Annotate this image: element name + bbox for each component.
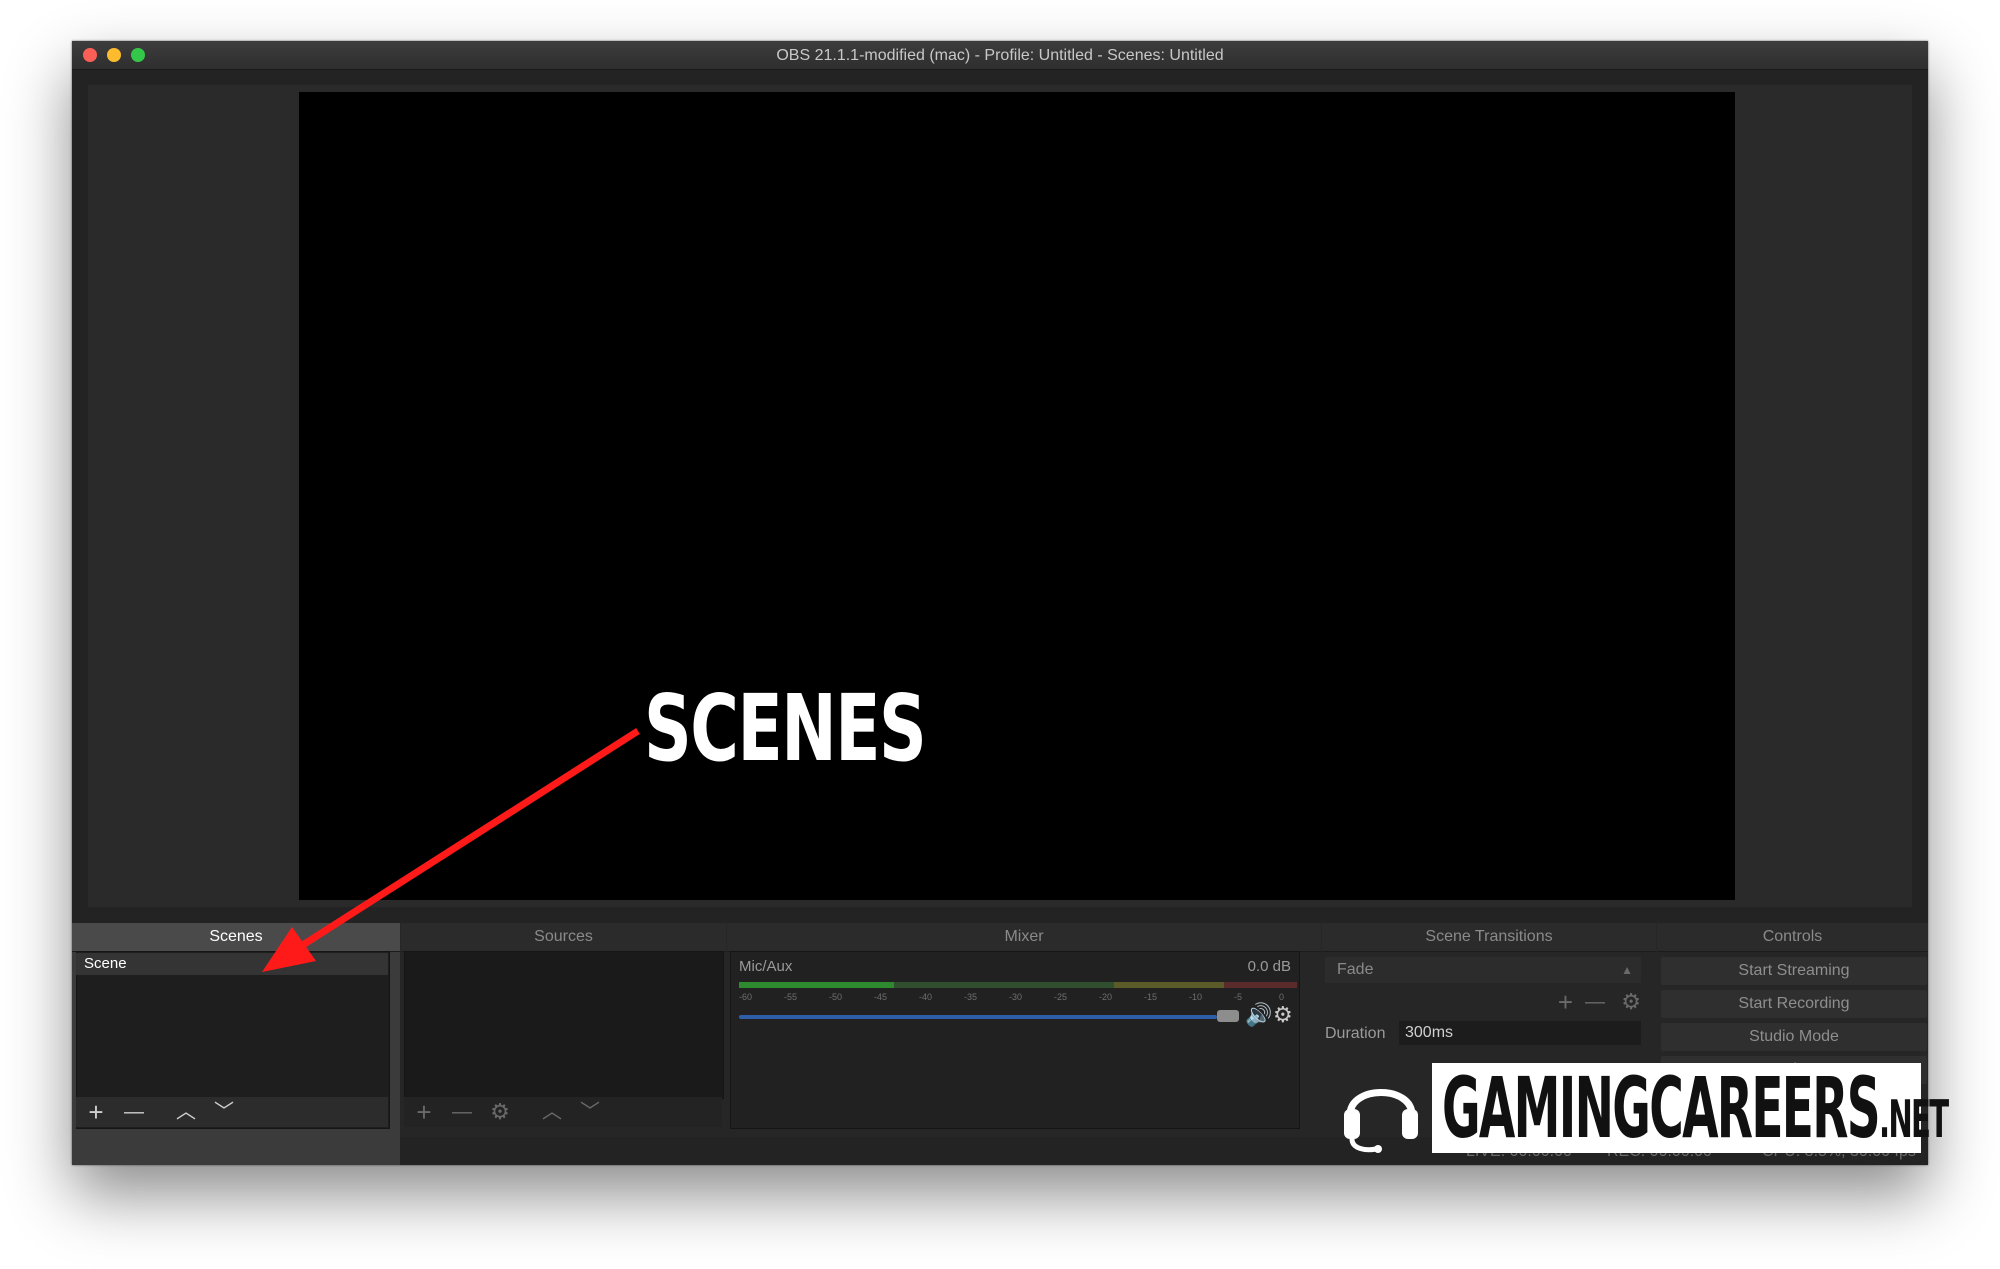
start-streaming-button[interactable]: Start Streaming [1661,957,1927,985]
audio-meter [739,982,1297,988]
title-bar: OBS 21.1.1-modified (mac) - Profile: Unt… [72,41,1928,70]
minus-icon: — [124,1101,144,1123]
meter-tick-label: -60 [739,992,753,1002]
preview-canvas[interactable] [299,92,1735,900]
meter-red-zone [1224,982,1297,988]
window-title: OBS 21.1.1-modified (mac) - Profile: Unt… [776,47,1224,64]
mixer-level-readout: 0.0 dB [1247,958,1291,975]
mixer-source-name: Mic/Aux [739,958,793,975]
studio-mode-button[interactable]: Studio Mode [1661,1023,1927,1051]
logo-name: GAMINGCAREERS [1442,1059,1881,1157]
meter-tick-label: -30 [1009,992,1023,1002]
headset-icon [1344,1089,1418,1153]
remove-source-button[interactable]: — [446,1097,478,1127]
add-source-button[interactable]: + [408,1097,440,1127]
mixer-dock-title: Mixer [727,923,1321,952]
transition-select[interactable]: Fade ▲ [1325,957,1641,983]
chevron-up-icon: ︿ [542,1101,562,1123]
volume-slider-handle[interactable] [1217,1010,1239,1022]
meter-tick-label: -50 [829,992,843,1002]
remove-scene-button[interactable]: — [118,1097,150,1127]
speaker-icon[interactable]: 🔊 [1245,1002,1272,1028]
meter-tick-label: 0 [1279,992,1285,1002]
chevron-down-icon: ﹀ [580,1101,600,1123]
volume-slider[interactable] [739,1015,1217,1019]
meter-tick-label: -15 [1144,992,1158,1002]
scenes-dock-title: Scenes [72,923,400,952]
controls-dock-title: Controls [1657,923,1928,952]
plus-icon: + [1557,987,1573,1017]
add-scene-button[interactable]: + [80,1097,112,1127]
logo-wordmark: GAMINGCAREERS.NET [1432,1059,1949,1157]
meter-scale: -60 -55 -50 -45 -40 -35 -30 -25 -20 -15 -10 -5 0 [739,992,1297,1004]
meter-tick-label: -10 [1189,992,1203,1002]
gamingcareers-logo: GAMINGCAREERS.NET [1336,1059,1949,1157]
meter-yellow-zone [1114,982,1224,988]
remove-transition-button[interactable]: — [1585,991,1605,1014]
source-properties-button[interactable]: ⚙ [484,1097,516,1127]
meter-tick-label: -5 [1234,992,1243,1002]
chevron-down-icon: ﹀ [214,1101,234,1123]
duration-input[interactable]: 300ms [1399,1021,1641,1045]
updown-arrows-icon: ▲ [1621,963,1633,977]
mixer-panel: Mic/Aux 0.0 dB -60 -55 -50 -45 -40 -35 -30 -25-… [730,951,1300,1129]
start-recording-button[interactable]: Start Recording [1661,990,1927,1018]
scenes-annotation-label: SCENES [644,675,927,782]
transition-select-value: Fade [1337,961,1374,978]
meter-tick-label: -40 [919,992,933,1002]
meter-tick-label: -25 [1054,992,1068,1002]
move-scene-up-button[interactable]: ︿ [170,1097,202,1127]
sources-toolbar: + — ⚙ ︿ ﹀ [404,1097,722,1127]
transition-properties-button[interactable]: ⚙ [1621,989,1641,1015]
gear-icon: ⚙ [1621,989,1641,1014]
meter-tick-label: -45 [874,992,888,1002]
meter-tick-label: -55 [784,992,798,1002]
meter-green-zone [894,982,1114,988]
sources-list[interactable] [404,951,724,1099]
chevron-up-icon: ︿ [176,1101,196,1123]
meter-tick-label: -35 [964,992,978,1002]
move-scene-down-button[interactable]: ﹀ [208,1097,240,1127]
plus-icon: + [416,1097,432,1127]
logo-text: GAMINGCAREERS.NET [1442,1059,1949,1157]
logo-suffix: .NET [1878,1090,1949,1150]
sources-dock-title: Sources [401,923,726,952]
obs-window: OBS 21.1.1-modified (mac) - Profile: Unt… [72,41,1928,1165]
minus-icon: — [452,1101,472,1123]
plus-icon: + [88,1097,104,1127]
minus-icon: — [1585,991,1605,1013]
meter-tick-label: -20 [1099,992,1113,1002]
duration-label: Duration [1325,1025,1386,1042]
scene-list-item[interactable]: Scene [76,953,388,975]
gear-icon: ⚙ [490,1099,510,1124]
transitions-dock-title: Scene Transitions [1322,923,1656,952]
add-transition-button[interactable]: + [1558,987,1573,1018]
move-source-down-button[interactable]: ﹀ [574,1097,606,1127]
scenes-toolbar: + — ︿ ﹀ [76,1097,388,1127]
preview-area [88,85,1912,907]
gear-icon[interactable]: ⚙ [1273,1002,1293,1028]
meter-active-segment [739,982,894,988]
move-source-up-button[interactable]: ︿ [536,1097,568,1127]
